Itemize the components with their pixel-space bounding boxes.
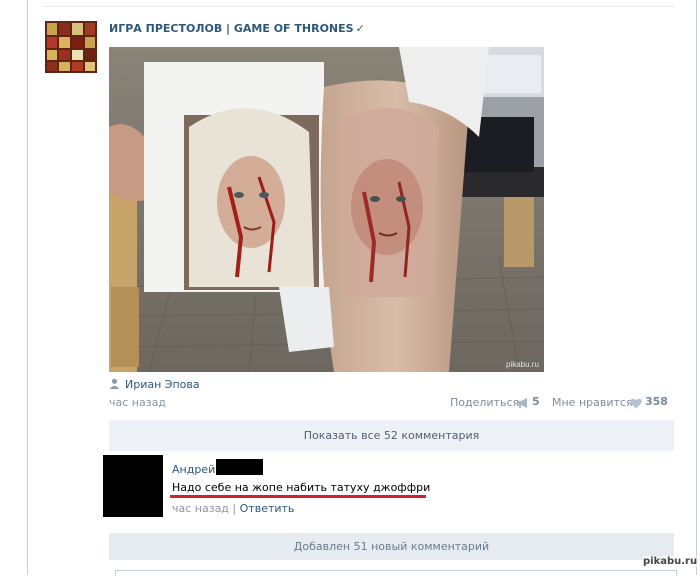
group-avatar[interactable] bbox=[45, 21, 97, 73]
reply-button[interactable]: Ответить bbox=[240, 502, 295, 515]
redacted-surname bbox=[216, 459, 263, 475]
show-all-comments-button[interactable]: Показать все 52 комментария bbox=[109, 420, 674, 451]
group-avatar-image bbox=[45, 21, 97, 73]
comment-text: Надо себе на жопе набить татуху джоффри bbox=[172, 481, 431, 494]
photo-watermark: pikabu.ru bbox=[506, 360, 539, 369]
share-count: 5 bbox=[532, 395, 540, 408]
share-button[interactable]: Поделиться bbox=[450, 396, 519, 409]
verified-icon: ✓ bbox=[355, 22, 365, 35]
heart-icon[interactable] bbox=[630, 398, 642, 409]
like-count: 358 bbox=[645, 395, 668, 408]
group-name[interactable]: ИГРА ПРЕСТОЛОВ | GAME OF THRONES bbox=[109, 22, 354, 35]
new-comments-banner[interactable]: Добавлен 51 новый комментарий bbox=[109, 533, 674, 560]
comment-time[interactable]: час назад bbox=[172, 502, 229, 515]
post-separator bbox=[44, 6, 674, 7]
user-icon bbox=[109, 378, 120, 389]
comment-input[interactable] bbox=[115, 570, 677, 576]
comment-meta: час назад | Ответить bbox=[172, 502, 294, 515]
post-time[interactable]: час назад bbox=[109, 396, 166, 409]
site-watermark: pikabu.ru bbox=[643, 556, 698, 567]
post-author-link[interactable]: Ириан Эпова bbox=[125, 378, 200, 391]
megaphone-icon[interactable] bbox=[517, 398, 530, 408]
comment-author-link[interactable]: Андрей bbox=[172, 463, 215, 476]
group-name-link[interactable]: ИГРА ПРЕСТОЛОВ | GAME OF THRONES ✓ bbox=[109, 22, 365, 35]
highlight-underline bbox=[170, 495, 426, 498]
comment-avatar[interactable] bbox=[103, 455, 163, 517]
comment-meta-separator: | bbox=[232, 502, 237, 515]
post-photo[interactable]: pikabu.ru bbox=[109, 47, 544, 372]
post-photo-image: pikabu.ru bbox=[109, 47, 544, 372]
like-button[interactable]: Мне нравится bbox=[552, 396, 633, 409]
